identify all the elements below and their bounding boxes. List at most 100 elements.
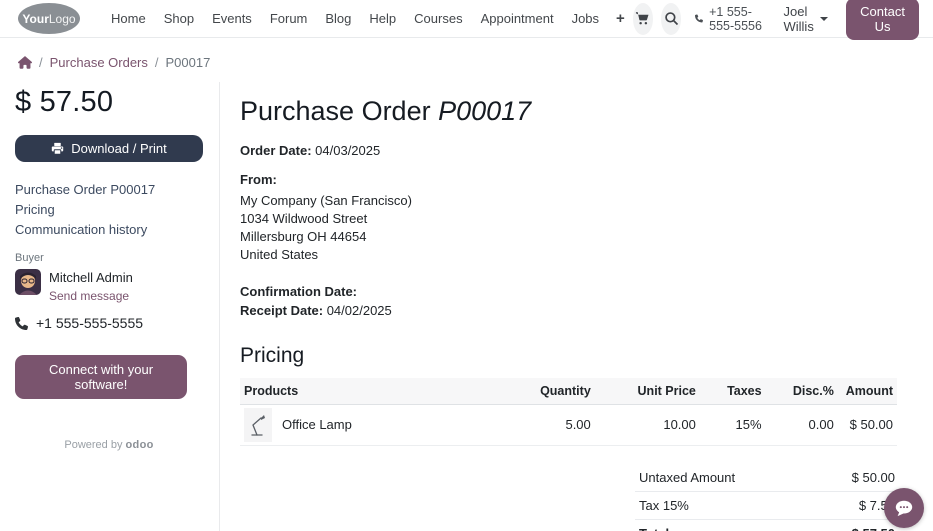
amount-due: $ 57.50 <box>15 86 203 119</box>
cell-quantity: 5.00 <box>503 404 595 445</box>
nav-item-jobs[interactable]: Jobs <box>563 11 608 26</box>
cart-button[interactable] <box>633 3 653 35</box>
page-title: Purchase Order P00017 <box>240 96 897 127</box>
logo-text-light: Logo <box>49 12 76 26</box>
breadcrumb-separator: / <box>155 55 159 70</box>
contact-us-button[interactable]: Contact Us <box>846 0 919 40</box>
address-line: 1034 Wildwood Street <box>240 210 897 228</box>
order-main: Purchase Order P00017 Order Date: 04/03/… <box>220 82 933 531</box>
printer-icon <box>51 142 64 155</box>
nav-item-home[interactable]: Home <box>102 11 155 26</box>
col-amount: Amount <box>838 378 897 405</box>
dates-block: Confirmation Date: Receipt Date: 04/02/2… <box>240 284 897 318</box>
header-phone-link[interactable]: +1 555-555-5556 <box>695 5 767 33</box>
chat-bubble-icon <box>893 498 915 518</box>
add-page-icon[interactable]: + <box>608 10 633 27</box>
search-button[interactable] <box>661 3 681 35</box>
address-line: Millersburg OH 44654 <box>240 228 897 246</box>
col-products: Products <box>240 378 503 405</box>
breadcrumb-home-link[interactable] <box>18 56 32 69</box>
cart-icon <box>635 11 650 26</box>
phone-icon <box>695 12 703 25</box>
cell-taxes: 15% <box>700 404 766 445</box>
sidebar-link-purchase-order[interactable]: Purchase Order P00017 <box>15 182 203 198</box>
nav-item-events[interactable]: Events <box>203 11 261 26</box>
col-taxes: Taxes <box>700 378 766 405</box>
main-nav: Home Shop Events Forum Blog Help Courses… <box>102 10 633 27</box>
product-name: Office Lamp <box>282 417 352 432</box>
buyer-name: Mitchell Admin <box>49 270 133 285</box>
total-row-untaxed: Untaxed Amount $ 50.00 <box>635 464 897 492</box>
pricing-table-header: Products Quantity Unit Price Taxes Disc.… <box>240 378 897 405</box>
table-row: Office Lamp 5.00 10.00 15% 0.00 $ 50.00 <box>240 404 897 445</box>
connect-software-button[interactable]: Connect with your software! <box>15 355 187 399</box>
order-date-row: Order Date: 04/03/2025 <box>240 143 897 158</box>
chevron-down-icon <box>820 17 828 21</box>
nav-item-appointment[interactable]: Appointment <box>472 11 563 26</box>
livechat-button[interactable] <box>884 488 924 528</box>
product-thumbnail <box>244 408 272 442</box>
breadcrumb-purchase-orders-link[interactable]: Purchase Orders <box>50 55 148 70</box>
odoo-logo[interactable]: odoo <box>126 439 154 451</box>
buyer-avatar <box>15 269 41 295</box>
order-date-value: 04/03/2025 <box>315 143 380 158</box>
search-icon <box>664 11 679 26</box>
buyer-label: Buyer <box>15 252 203 264</box>
pricing-heading: Pricing <box>240 344 897 368</box>
col-quantity: Quantity <box>503 378 595 405</box>
powered-by-text: Powered by <box>64 439 122 451</box>
top-navbar: YourLogo Home Shop Events Forum Blog Hel… <box>0 0 933 38</box>
buyer-card: Mitchell Admin Send message <box>15 269 203 305</box>
untaxed-label: Untaxed Amount <box>639 470 735 485</box>
untaxed-value: $ 50.00 <box>852 470 895 485</box>
product-cell: Office Lamp <box>244 408 499 442</box>
phone-icon <box>15 317 28 330</box>
download-print-button[interactable]: Download / Print <box>15 135 203 162</box>
nav-item-forum[interactable]: Forum <box>261 11 317 26</box>
cell-disc: 0.00 <box>766 404 838 445</box>
logo-text-bold: Your <box>22 12 48 26</box>
download-print-label: Download / Print <box>71 141 166 156</box>
from-label: From: <box>240 172 277 187</box>
receipt-date-label: Receipt Date: <box>240 303 323 318</box>
page-title-reference: P00017 <box>438 96 531 126</box>
cell-amount: $ 50.00 <box>838 404 897 445</box>
nav-item-courses[interactable]: Courses <box>405 11 471 26</box>
breadcrumb-separator: / <box>39 55 43 70</box>
nav-item-shop[interactable]: Shop <box>155 11 203 26</box>
nav-item-blog[interactable]: Blog <box>316 11 360 26</box>
total-label: Total <box>639 526 669 531</box>
cell-unit-price: 10.00 <box>595 404 700 445</box>
send-message-link[interactable]: Send message <box>49 289 129 303</box>
from-block: From: My Company (San Francisco) 1034 Wi… <box>240 172 897 264</box>
address-line: My Company (San Francisco) <box>240 192 897 210</box>
user-name: Joel Willis <box>784 4 816 34</box>
total-row-tax: Tax 15% $ 7.50 <box>635 492 897 520</box>
col-unit-price: Unit Price <box>595 378 700 405</box>
confirmation-date-label: Confirmation Date: <box>240 284 357 299</box>
breadcrumb-current: P00017 <box>166 55 211 70</box>
site-logo[interactable]: YourLogo <box>18 3 80 34</box>
buyer-phone-link[interactable]: +1 555-555-5555 <box>15 315 203 331</box>
user-menu[interactable]: Joel Willis <box>784 4 829 34</box>
order-sidebar: $ 57.50 Download / Print Purchase Order … <box>15 82 220 531</box>
lamp-icon <box>248 412 268 438</box>
vendor-address: My Company (San Francisco) 1034 Wildwood… <box>240 192 897 264</box>
total-row-total: Total $ 57.50 <box>635 520 897 531</box>
breadcrumb: / Purchase Orders / P00017 <box>0 38 933 82</box>
sidebar-link-communication-history[interactable]: Communication history <box>15 222 203 238</box>
home-icon <box>18 56 32 69</box>
totals-section: Untaxed Amount $ 50.00 Tax 15% $ 7.50 To… <box>240 464 897 531</box>
header-phone-number: +1 555-555-5556 <box>709 5 767 33</box>
sidebar-nav: Purchase Order P00017 Pricing Communicat… <box>15 182 203 238</box>
sidebar-link-pricing[interactable]: Pricing <box>15 202 203 218</box>
page-content: $ 57.50 Download / Print Purchase Order … <box>0 82 933 531</box>
page-title-prefix: Purchase Order <box>240 96 438 126</box>
buyer-phone-number: +1 555-555-5555 <box>36 315 143 331</box>
pricing-table: Products Quantity Unit Price Taxes Disc.… <box>240 378 897 446</box>
total-value: $ 57.50 <box>852 526 895 531</box>
address-line: United States <box>240 246 897 264</box>
nav-item-help[interactable]: Help <box>360 11 405 26</box>
col-disc: Disc.% <box>766 378 838 405</box>
tax-label: Tax 15% <box>639 498 689 513</box>
